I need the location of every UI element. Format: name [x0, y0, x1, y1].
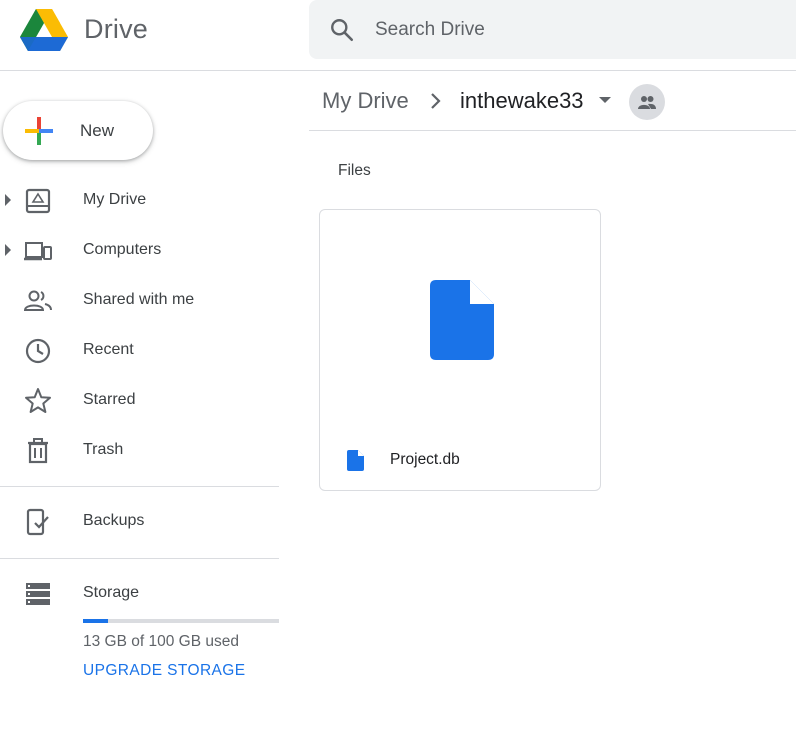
star-icon [25, 388, 51, 413]
shared-folder-people-icon [638, 96, 656, 109]
sidebar-divider [0, 558, 279, 559]
sidebar-item-label: Starred [83, 391, 136, 408]
file-icon [430, 280, 494, 360]
shared-folder-badge[interactable] [629, 84, 665, 120]
files-section-label: Files [338, 162, 371, 179]
sidebar-item-label: Backups [83, 512, 145, 529]
sidebar-item-computers[interactable]: Computers [0, 228, 279, 272]
file-card[interactable]: Project.db [319, 209, 601, 491]
sidebar-item-label: Computers [83, 241, 162, 258]
sidebar-item-label: Shared with me [83, 291, 195, 308]
backup-phone-icon [26, 508, 49, 536]
expand-arrow-icon[interactable] [5, 244, 11, 256]
file-icon [347, 450, 364, 471]
sidebar-item-trash[interactable]: Trash [0, 428, 279, 472]
breadcrumb: My Drive inthewake33 [309, 71, 796, 131]
sidebar-item-my-drive[interactable]: My Drive [0, 178, 279, 222]
my-drive-icon [25, 188, 51, 214]
sidebar-item-recent[interactable]: Recent [0, 328, 279, 372]
chevron-right-icon [431, 93, 441, 109]
breadcrumb-my-drive[interactable]: My Drive [322, 88, 409, 114]
storage-icon [26, 583, 50, 605]
sidebar-item-storage[interactable]: Storage [0, 571, 279, 615]
breadcrumb-current-folder[interactable]: inthewake33 [460, 88, 584, 114]
expand-arrow-icon[interactable] [5, 194, 11, 206]
clock-icon [25, 338, 51, 364]
sidebar-item-label: Storage [83, 584, 140, 601]
storage-usage-bar [83, 619, 279, 623]
app-header: Drive [0, 0, 796, 71]
chevron-down-icon[interactable] [599, 97, 611, 103]
storage-usage-fill [83, 619, 109, 623]
plus-icon [25, 117, 53, 145]
sidebar-item-starred[interactable]: Starred [0, 378, 279, 422]
app-name: Drive [84, 14, 149, 44]
search-input[interactable] [375, 10, 775, 50]
new-button-label: New [80, 121, 115, 140]
sidebar-divider [0, 486, 279, 487]
search-box[interactable] [309, 0, 796, 59]
upgrade-storage-link[interactable]: UPGRADE STORAGE [83, 662, 245, 680]
google-drive-logo[interactable] [19, 8, 69, 52]
file-name: Project.db [390, 451, 460, 468]
computers-icon [24, 242, 52, 261]
sidebar-item-label: Recent [83, 341, 134, 358]
trash-icon [28, 438, 48, 464]
sidebar-item-shared-with-me[interactable]: Shared with me [0, 278, 279, 322]
search-icon[interactable] [329, 17, 355, 43]
sidebar-item-label: Trash [83, 441, 124, 458]
people-icon [24, 290, 52, 311]
sidebar-item-label: My Drive [83, 191, 147, 208]
storage-usage-text: 13 GB of 100 GB used [83, 633, 239, 650]
new-button[interactable]: New [3, 101, 153, 160]
sidebar-item-backups[interactable]: Backups [0, 499, 279, 543]
